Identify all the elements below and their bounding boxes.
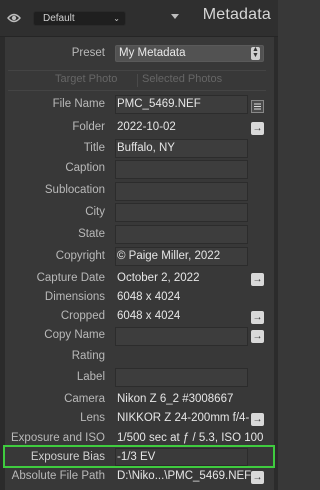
capture-date-label: Capture Date (36, 272, 105, 284)
city-field[interactable] (115, 203, 248, 222)
title-value: Buffalo, NY (117, 142, 175, 154)
copy-name-label: Copy Name (44, 329, 105, 341)
sublocation-field[interactable] (115, 182, 248, 201)
rating-label: Rating (71, 350, 105, 362)
arrow-right-icon[interactable]: → (251, 471, 264, 484)
folder-label: Folder (72, 121, 105, 133)
exposure-iso-value: 1/500 sec at ƒ / 5.3, ISO 100 (117, 432, 264, 444)
panel-title[interactable]: Metadata (203, 6, 271, 24)
file-name-label: File Name (52, 98, 105, 110)
absolute-path-label: Absolute File Path (11, 470, 105, 482)
arrow-right-icon[interactable]: → (251, 273, 264, 286)
arrow-right-icon[interactable]: → (251, 122, 264, 135)
panel-header: Default ⌄ Metadata (0, 0, 278, 37)
state-field[interactable] (115, 225, 248, 244)
folder-value: 2022-10-02 (117, 121, 176, 133)
tab-target-photo[interactable]: Target Photo (55, 73, 117, 85)
scrollbar-track[interactable] (274, 37, 278, 490)
arrow-right-icon[interactable]: → (251, 330, 264, 343)
exposure-iso-label: Exposure and ISO (11, 432, 105, 444)
preset-select[interactable]: My Metadata ▲ ▼ (115, 45, 264, 62)
absolute-path-value: D:\Niko...\PMC_5469.NEF (117, 470, 252, 482)
city-label: City (85, 206, 105, 218)
camera-label: Camera (64, 393, 105, 405)
document-list-icon[interactable] (251, 100, 264, 113)
capture-date-value: October 2, 2022 (117, 272, 200, 284)
chevron-down-icon: ⌄ (113, 14, 120, 23)
tab-selected-photos[interactable]: Selected Photos (142, 73, 222, 85)
collapse-triangle-icon[interactable] (171, 14, 179, 19)
preset-label: Preset (71, 47, 105, 59)
caption-label: Caption (65, 162, 105, 174)
cropped-value: 6048 x 4024 (117, 310, 181, 322)
dimensions-value: 6048 x 4024 (117, 291, 181, 303)
cropped-label: Cropped (60, 310, 105, 322)
metadata-view-label: Default (43, 13, 75, 24)
copyright-label: Copyright (55, 250, 105, 262)
caption-field[interactable] (115, 160, 248, 179)
arrow-right-icon[interactable]: → (251, 311, 264, 324)
lens-value: NIKKOR Z 24-200mm f/4- (117, 412, 249, 424)
arrow-right-icon[interactable]: → (251, 413, 264, 426)
updown-arrows-icon: ▲ ▼ (251, 46, 260, 60)
color-label-field[interactable] (115, 368, 248, 387)
dimensions-label: Dimensions (44, 291, 105, 303)
sublocation-label: Sublocation (44, 184, 105, 196)
copyright-value: © Paige Miller, 2022 (117, 250, 221, 262)
eye-icon[interactable] (7, 12, 21, 24)
exposure-bias-value: -1/3 EV (117, 451, 156, 463)
file-name-value: PMC_5469.NEF (117, 98, 201, 110)
metadata-view-dropdown[interactable]: Default ⌄ (33, 11, 126, 26)
lens-label: Lens (80, 412, 105, 424)
exposure-bias-label: Exposure Bias (30, 451, 105, 463)
target-tabs: Target Photo Selected Photos (8, 70, 266, 91)
copy-name-field[interactable] (115, 327, 248, 346)
preset-value: My Metadata (119, 47, 186, 59)
title-label: Title (83, 142, 105, 154)
left-edge (0, 37, 5, 490)
camera-value: Nikon Z 6_2 #3008667 (117, 393, 234, 405)
color-label-label: Label (76, 371, 105, 383)
tab-divider (137, 74, 138, 87)
state-label: State (78, 228, 105, 240)
